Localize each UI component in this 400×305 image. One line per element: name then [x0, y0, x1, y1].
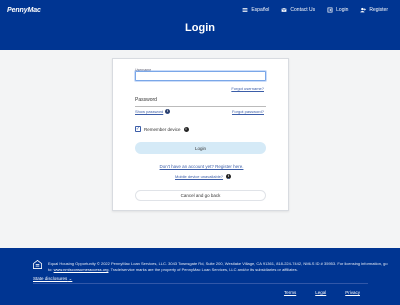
mail-icon — [281, 7, 288, 12]
nav-espanol[interactable]: Español — [242, 7, 269, 13]
remember-device-label: Remember device — [144, 126, 181, 132]
top-header: PennyMac Español Contact Us Login Regist… — [0, 0, 400, 50]
username-input[interactable] — [135, 71, 266, 81]
footer: Equal Housing Opportunity © 2022 PennyMa… — [0, 248, 400, 305]
state-disclosures-label: State disclosures — [33, 276, 68, 281]
remember-device: ✓ Remember device i — [135, 126, 189, 132]
mobile-device-label: Mobile device unavailable? — [175, 174, 224, 179]
footer-divider — [33, 283, 368, 284]
register-icon — [360, 7, 367, 13]
remember-device-checkbox[interactable]: ✓ — [135, 126, 141, 132]
mobile-info-icon[interactable]: i — [226, 174, 232, 179]
register-link[interactable]: Don't have an account yet? Register here… — [113, 164, 290, 169]
show-password-link[interactable]: Show password i — [135, 109, 171, 114]
password-input[interactable] — [135, 106, 266, 107]
login-card: Username Forgot username? Password Show … — [112, 58, 289, 211]
state-disclosures-link[interactable]: State disclosures ⌄ — [33, 276, 72, 282]
pennymac-logo[interactable]: PennyMac — [7, 7, 41, 14]
terms-link[interactable]: Terms — [284, 290, 296, 295]
nav-contact-us[interactable]: Contact Us — [281, 7, 315, 13]
footer-links: Terms Legal Privacy — [284, 290, 360, 295]
legal-link[interactable]: Legal — [315, 290, 326, 295]
footer-text-end: . Trade/service marks are the property o… — [108, 267, 298, 272]
show-password-label: Show password — [135, 109, 164, 114]
nav-espanol-label: Español — [251, 7, 270, 13]
chevron-down-icon: ⌄ — [68, 276, 73, 281]
page-title: Login — [185, 22, 215, 34]
nav-register[interactable]: Register — [360, 7, 388, 13]
equal-housing-icon — [33, 260, 42, 269]
mobile-device-link[interactable]: Mobile device unavailable? i — [175, 174, 232, 179]
nav-contact-label: Contact Us — [290, 7, 316, 13]
remember-info-icon[interactable]: i — [183, 126, 189, 132]
privacy-link[interactable]: Privacy — [345, 290, 360, 295]
login-button[interactable]: Login — [135, 142, 266, 154]
footer-legal-text: Equal Housing Opportunity © 2022 PennyMa… — [48, 261, 388, 273]
cancel-button[interactable]: Cancel and go back — [135, 190, 266, 201]
flag-icon — [242, 8, 248, 12]
forgot-password-link[interactable]: Forgot password? — [232, 109, 264, 114]
nmls-link[interactable]: www.nmlsconsumeraccess.org — [54, 267, 109, 272]
forgot-username-link[interactable]: Forgot username? — [231, 86, 264, 91]
password-label: Password — [135, 97, 157, 103]
top-nav: Español Contact Us Login Register — [242, 7, 388, 13]
nav-register-label: Register — [369, 7, 388, 13]
nav-login[interactable]: Login — [327, 7, 348, 13]
login-icon — [327, 7, 333, 13]
info-icon[interactable]: i — [165, 109, 171, 114]
nav-login-label: Login — [336, 7, 349, 13]
